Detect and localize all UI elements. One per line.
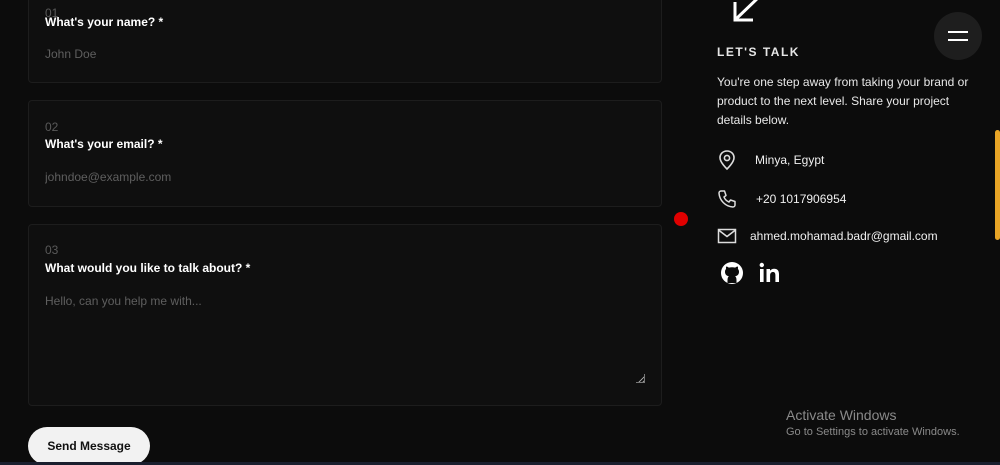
message-field-card: 03 What would you like to talk about? * [28, 224, 662, 406]
email-text: ahmed.mohamad.badr@gmail.com [750, 229, 938, 243]
contact-email[interactable]: ahmed.mohamad.badr@gmail.com [717, 224, 938, 248]
mail-icon [717, 224, 745, 248]
message-textarea[interactable] [45, 294, 645, 384]
name-label: What's your name? * [45, 15, 164, 29]
hamburger-menu-icon[interactable] [934, 12, 982, 60]
map-pin-icon [717, 148, 745, 172]
contact-intro-text: You're one step away from taking your br… [717, 75, 969, 127]
field-number: 03 [45, 243, 59, 257]
github-icon[interactable] [719, 260, 745, 286]
contact-location: Minya, Egypt [717, 148, 824, 172]
name-input[interactable] [45, 47, 645, 61]
arrow-down-left-icon [733, 0, 758, 22]
textarea-resize-handle[interactable] [636, 374, 645, 383]
phone-text: +20 1017906954 [756, 192, 847, 206]
email-field-card: 02 What's your email? * [28, 100, 662, 207]
email-label: What's your email? * [45, 137, 163, 151]
contact-phone[interactable]: +20 1017906954 [717, 187, 846, 211]
windows-activation-title: Activate Windows [786, 407, 897, 423]
lets-talk-heading: LET'S TALK [717, 45, 800, 59]
menu-bar [948, 31, 968, 33]
linkedin-icon[interactable] [758, 262, 782, 284]
scrollbar-thumb[interactable] [995, 130, 1000, 240]
phone-icon [717, 187, 745, 211]
menu-bar [948, 39, 968, 41]
location-text: Minya, Egypt [755, 153, 825, 167]
windows-activation-subtitle: Go to Settings to activate Windows. [786, 426, 960, 438]
cursor-indicator-dot [674, 212, 688, 226]
send-message-button[interactable]: Send Message [28, 427, 150, 465]
message-label: What would you like to talk about? * [45, 261, 251, 275]
name-field-card: 01 What's your name? * [28, 0, 662, 83]
field-number: 02 [45, 120, 59, 134]
email-input[interactable] [45, 170, 645, 184]
